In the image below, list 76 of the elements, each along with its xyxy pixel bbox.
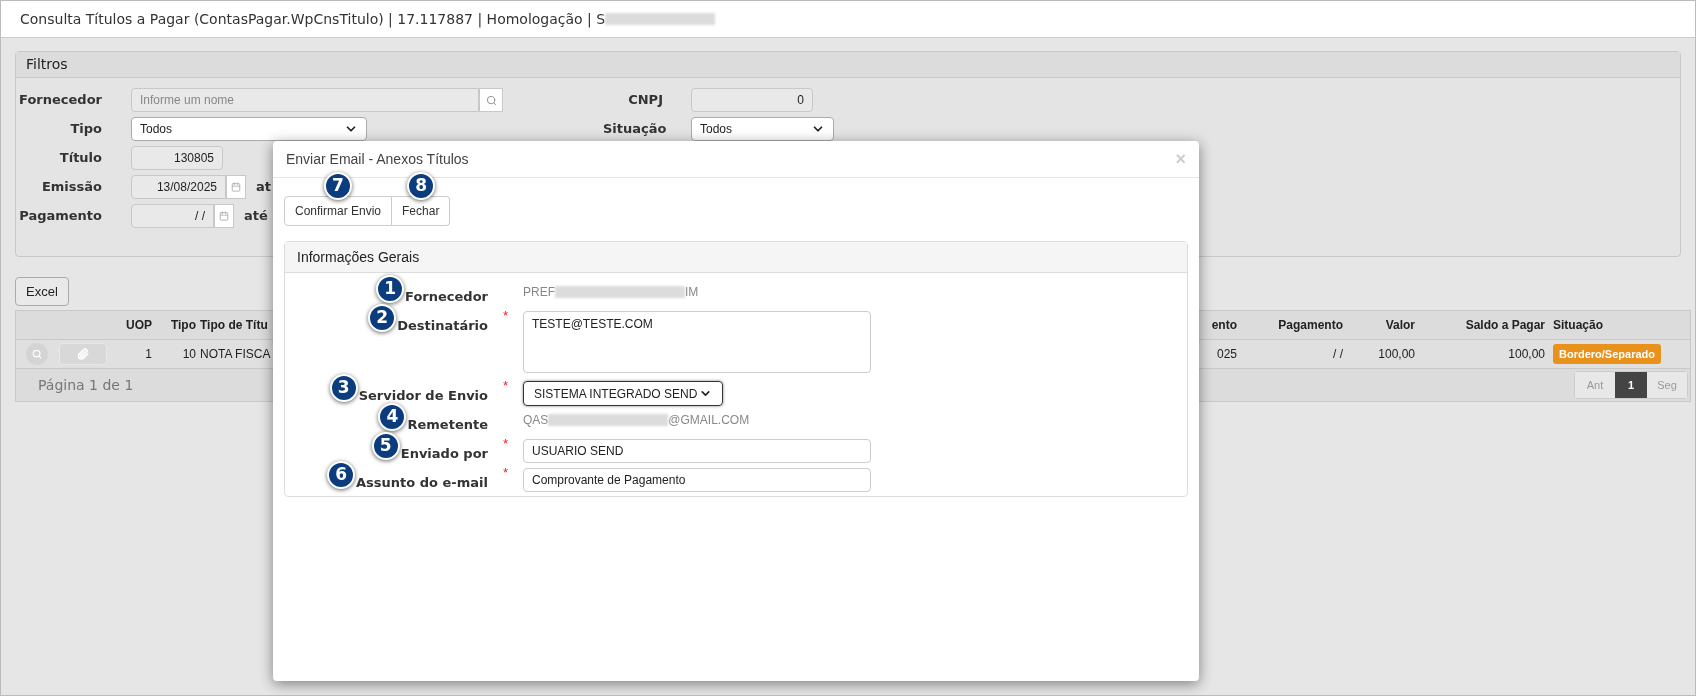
table-cell-text: 10: [181, 346, 196, 363]
text-field[interactable]: 130805: [131, 146, 223, 170]
number-badge: 1: [376, 275, 405, 303]
table-cell-text: 1: [144, 346, 152, 363]
search-icon: [485, 94, 497, 106]
field-label: CNPJ: [627, 91, 663, 110]
column-header: Situação: [1552, 317, 1604, 334]
column-header: Valor: [1384, 317, 1415, 334]
search-icon: [32, 349, 42, 359]
required-mark: *: [502, 466, 509, 482]
page-info: Página 1 de 1: [38, 375, 134, 395]
table-cell-text: 100,00: [1377, 346, 1415, 363]
number-badge: 6: [327, 461, 356, 489]
field-label: Servidor de Envio: [358, 387, 488, 405]
number-badge: 2: [368, 304, 397, 332]
server-select[interactable]: SISTEMA INTEGRADO SEND: [523, 381, 723, 406]
field-label: Pagamento: [18, 207, 102, 226]
number-badge: 8: [407, 172, 436, 200]
text-field[interactable]: 0: [691, 88, 813, 112]
dialog-title: Enviar Email - Anexos Títulos: [286, 149, 469, 169]
section-title: Informações Gerais: [297, 247, 420, 267]
column-header: UOP: [125, 317, 152, 334]
field-label: Título: [58, 149, 102, 168]
field-label: Emissão: [40, 178, 102, 197]
table-cell-text: NOTA FISCA: [200, 346, 271, 363]
field-label: Enviado por: [400, 445, 488, 463]
calendar-button[interactable]: [214, 204, 234, 228]
field-label: Tipo: [69, 120, 102, 139]
view-button[interactable]: [26, 343, 48, 365]
number-badge: 7: [324, 172, 352, 200]
date-field[interactable]: 13/08/2025: [131, 175, 226, 199]
window-title: Consulta Títulos a Pagar (ContasPagar.WpCnsTitulo) | 17.117887 | Homologação | S: [20, 9, 606, 30]
calendar-button[interactable]: [226, 175, 246, 199]
until-label: até: [244, 207, 268, 226]
field-label: Remetente: [407, 416, 488, 434]
recipient-textarea[interactable]: TESTE@TESTE.COM: [523, 311, 871, 373]
dialog-button[interactable]: Fechar: [392, 196, 451, 226]
text-field[interactable]: USUARIO SEND: [523, 439, 871, 463]
panel-title: Filtros: [26, 55, 68, 74]
excel-button[interactable]: Excel: [15, 277, 69, 306]
column-header: ento: [1210, 317, 1237, 334]
column-header: Tipo: [169, 317, 196, 334]
calendar-icon: [219, 211, 229, 221]
paperclip-icon: [77, 348, 89, 360]
table-cell-text: 100,00: [1507, 346, 1545, 363]
number-badge: 5: [371, 432, 400, 460]
pagination-button[interactable]: 1: [1615, 372, 1647, 398]
type-select[interactable]: Todos: [131, 117, 367, 141]
column-header: Tipo de Títu: [200, 317, 268, 334]
table-cell-text: 025: [1215, 346, 1237, 363]
field-value: PREF: [523, 284, 555, 301]
required-mark: *: [502, 379, 509, 395]
dialog-button[interactable]: Confirmar Envio: [284, 196, 393, 226]
column-header: Saldo a Pagar: [1464, 317, 1545, 334]
attachment-button[interactable]: [59, 343, 107, 365]
text-field[interactable]: Comprovante de Pagamento: [523, 468, 871, 492]
date-field[interactable]: / /: [131, 204, 214, 228]
number-badge: 3: [329, 374, 358, 402]
type-select[interactable]: Todos: [691, 117, 834, 141]
required-mark: *: [502, 309, 509, 325]
search-button[interactable]: [479, 88, 503, 112]
field-label: Fornecedor: [405, 288, 488, 306]
field-value: QAS: [523, 412, 549, 429]
field-value: IM: [685, 284, 699, 301]
until-label: at: [256, 178, 271, 197]
status-badge: Bordero/Separado: [1553, 343, 1661, 365]
field-label: Fornecedor: [18, 91, 102, 110]
column-header: Pagamento: [1277, 317, 1343, 334]
table-cell-text: / /: [1332, 346, 1343, 363]
number-badge: 4: [378, 403, 407, 431]
required-mark: *: [502, 437, 509, 453]
field-value: @GMAIL.COM: [668, 412, 750, 429]
calendar-icon: [231, 182, 241, 192]
supplier-field[interactable]: Informe um nome: [131, 88, 479, 112]
field-label: Assunto do e-mail: [356, 474, 488, 492]
field-label: Destinatário: [397, 317, 488, 335]
